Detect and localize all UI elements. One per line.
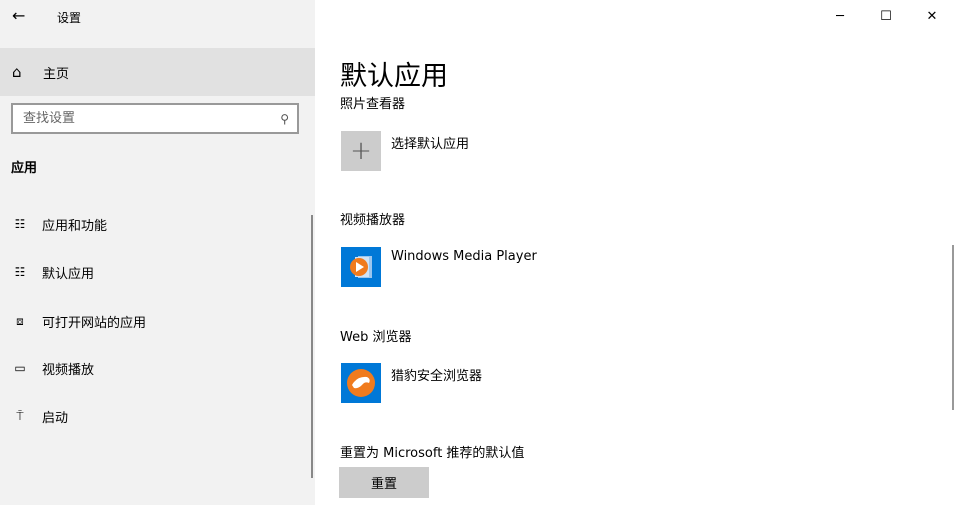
photo-viewer-choose-button[interactable]: + 选择默认应用 [341,131,469,171]
main-scrollbar[interactable] [952,245,954,410]
sidebar-item-home[interactable]: ⌂ 主页 [0,48,315,96]
web-browser-app-button[interactable]: 猎豹安全浏览器 [341,363,482,403]
video-camera-icon: ▭ [14,361,26,375]
maximize-button[interactable]: ☐ [863,0,909,32]
nav-label: 启动 [42,410,69,426]
windows-media-player-icon [341,247,381,287]
video-player-app-button[interactable]: Windows Media Player [341,247,537,287]
search-box[interactable]: ⚲ [11,103,299,134]
search-input[interactable] [23,111,243,126]
list-icon: ☷ [14,217,26,231]
sidebar-item-apps-features[interactable]: ☷ 应用和功能 [0,204,310,244]
startup-icon: ⍑ [16,408,24,423]
window-title: 设置 [57,11,82,25]
photo-viewer-label: 照片查看器 [340,97,406,112]
minimize-button[interactable]: ─ [817,0,863,32]
cheetah-browser-icon [341,363,381,403]
sidebar: ← 设置 ⌂ 主页 ⚲ 应用 ☷ 应用和功能 ☷ 默认应用 ⧈ 可打开网站的应用 ▭ 视… [0,0,315,505]
app-name: 选择默认应用 [391,137,470,152]
nav-label: 应用和功能 [42,218,108,234]
nav-label: 视频播放 [42,362,95,378]
sidebar-item-video-playback[interactable]: ▭ 视频播放 [0,348,310,388]
sidebar-item-default-apps[interactable]: ☷ 默认应用 [0,252,310,292]
default-list-icon: ☷ [14,265,26,279]
app-name: 猎豹安全浏览器 [391,369,483,384]
reset-label: 重置为 Microsoft 推荐的默认值 [340,446,525,461]
nav-label: 可打开网站的应用 [42,315,147,331]
section-heading: 应用 [11,161,38,176]
home-label: 主页 [43,66,70,82]
page-title: 默认应用 [340,61,448,92]
sidebar-item-startup[interactable]: ⍑ 启动 [0,396,310,436]
reset-button[interactable]: 重置 [339,467,429,498]
open-website-icon: ⧈ [16,313,24,328]
search-icon[interactable]: ⚲ [280,112,289,126]
sidebar-scrollbar[interactable] [311,215,313,478]
close-button[interactable]: ✕ [909,0,955,32]
home-icon: ⌂ [12,63,22,81]
video-player-label: 视频播放器 [340,213,406,228]
back-arrow-icon[interactable]: ← [12,6,25,25]
sidebar-item-apps-for-websites[interactable]: ⧈ 可打开网站的应用 [0,301,310,341]
web-browser-label: Web 浏览器 [340,330,412,345]
plus-icon: + [341,131,381,171]
nav-label: 默认应用 [42,266,95,282]
app-name: Windows Media Player [391,249,537,264]
